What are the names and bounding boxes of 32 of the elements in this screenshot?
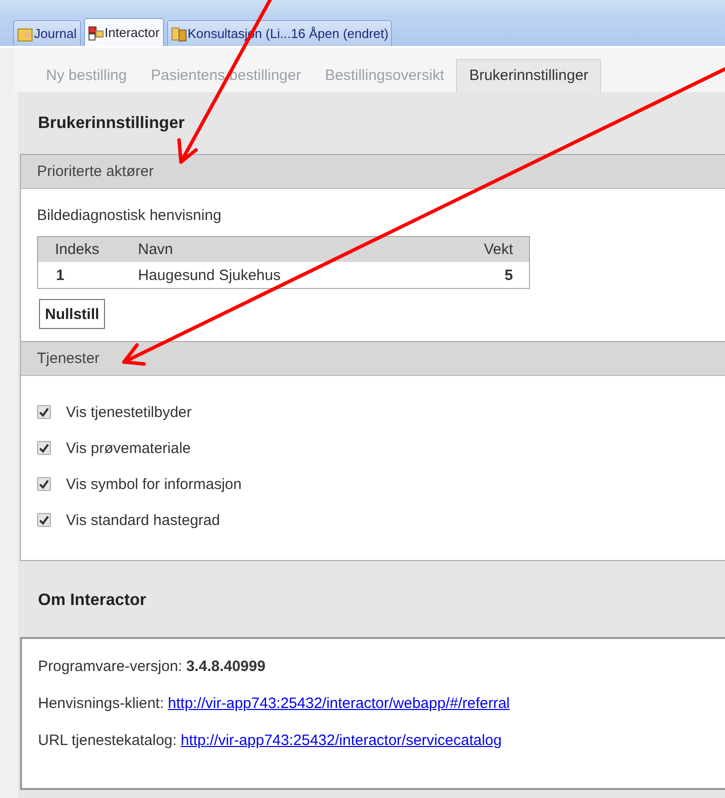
version-value: 3.4.8.40999 — [186, 658, 266, 675]
table-cell: 1 — [38, 262, 138, 288]
column-header: Indeks — [38, 236, 138, 262]
checkbox[interactable] — [37, 513, 51, 527]
section-title: Om Interactor — [37, 590, 148, 611]
folder-icon — [17, 26, 33, 42]
info-label: URL tjenestekatalog: — [38, 732, 177, 749]
checkbox[interactable] — [37, 405, 51, 419]
table-cell: Haugesund Sjukehus — [138, 262, 434, 288]
table-caption: Bildediagnostisk henvisning — [37, 207, 222, 224]
checkbox-label: Vis symbol for informasjon — [66, 476, 242, 492]
info-label: Henvisnings-klient: — [38, 695, 164, 712]
url-link[interactable]: http://vir-app743:25432/interactor/webapp/#/referral — [168, 695, 510, 712]
table-cell: 5 — [434, 262, 530, 288]
page-title: Brukerinnstillinger — [37, 113, 186, 134]
blocks-icon — [88, 24, 104, 40]
section-header: Prioriterte aktører — [21, 155, 725, 189]
section-header: Tjenester — [21, 342, 725, 376]
reset-button[interactable]: Nullstill — [39, 299, 106, 329]
url-link[interactable]: http://vir-app743:25432/interactor/servicecatalog — [180, 732, 502, 749]
document-tab[interactable]: Interactor — [84, 18, 164, 46]
column-header: Vekt — [434, 236, 530, 262]
info-label: Programvare-versjon: — [38, 658, 182, 675]
checkbox-label: Vis tjenestetilbyder — [66, 404, 192, 420]
document-tab[interactable]: Journal — [13, 20, 81, 46]
checkbox[interactable] — [37, 477, 51, 491]
checkbox-label: Vis standard hastegrad — [66, 512, 220, 528]
tab[interactable]: Brukerinnstillinger — [456, 59, 602, 92]
checkbox[interactable] — [37, 441, 51, 455]
checkbox-label: Vis prøvemateriale — [66, 440, 191, 456]
column-header: Navn — [138, 236, 434, 262]
documents-icon — [170, 26, 187, 42]
